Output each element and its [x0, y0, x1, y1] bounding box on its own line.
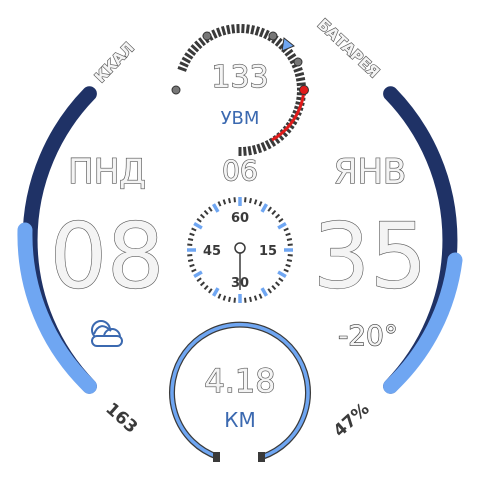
dial-tick: [250, 25, 255, 35]
seconds-dial-tick: [233, 197, 236, 203]
dial-tick: [245, 24, 250, 34]
dial-tick: [226, 24, 231, 35]
dial-tick: [258, 27, 265, 38]
dial-tick: [251, 145, 258, 155]
distance-end-cap: [258, 452, 265, 462]
dial-tick: [284, 48, 294, 57]
dial-tick: [293, 66, 303, 73]
distance-unit: КМ: [224, 408, 255, 432]
dial-dot: [268, 31, 278, 41]
dial-tick: [263, 29, 270, 40]
battery-value: 47%: [330, 399, 374, 441]
dial-label-15: 15: [259, 244, 277, 259]
dial-tick: [184, 52, 194, 60]
seconds-hand-hub: [234, 242, 246, 254]
watch-face: ККАЛ 163 БАТАРЕЯ 47% 133 УВМ ПНД 06 ЯНВ …: [17, 15, 463, 462]
seconds-dial-tick: [187, 238, 194, 241]
dial-tick: [260, 141, 267, 152]
seconds-dial-tick: [233, 297, 236, 303]
weekday: ПНД: [68, 152, 146, 192]
dial-tick: [296, 82, 306, 87]
dial-tick: [181, 56, 191, 64]
distance-value: 4.18: [204, 362, 275, 400]
seconds-dial-tick: [187, 243, 193, 246]
seconds-dial-tick: [287, 254, 293, 257]
dial-dot: [293, 57, 303, 67]
dial-tick: [274, 37, 283, 47]
battery-label: БАТАРЕЯ: [314, 15, 383, 81]
cloud-icon: [91, 320, 123, 347]
dial-tick: [254, 26, 261, 36]
dial-label-45: 45: [203, 244, 221, 259]
seconds-dial: 60 15 30 45: [185, 195, 295, 305]
dial-tick: [187, 48, 197, 56]
dial-tick: [264, 139, 272, 150]
heart-rate-marker: [299, 85, 309, 95]
dial-tick: [294, 71, 305, 78]
heart-rate-value: 133: [211, 60, 268, 95]
seconds-dial-tick: [287, 243, 293, 246]
temperature: -20°: [338, 319, 398, 352]
distance-widget[interactable]: 4.18 КМ: [169, 321, 311, 462]
dial-dot: [202, 31, 212, 41]
seconds-dial-tick: [286, 238, 293, 241]
calories-value: 163: [101, 399, 141, 438]
heart-rate-unit: УВМ: [221, 108, 260, 129]
day-of-month: 06: [222, 154, 258, 187]
seconds-dial-tick: [187, 254, 193, 257]
dial-tick: [256, 143, 263, 154]
seconds-dial-tick: [244, 297, 247, 303]
month: ЯНВ: [334, 152, 407, 192]
dial-tick: [190, 44, 200, 53]
seconds-dial-tick: [286, 259, 293, 262]
seconds-dial-tick: [187, 259, 194, 262]
distance-track: [218, 454, 262, 458]
dial-label-60: 60: [231, 211, 249, 226]
seconds-dial-tick: [228, 197, 231, 204]
time-hours: 08: [50, 204, 165, 309]
dial-tick: [231, 24, 236, 34]
dial-tick: [216, 27, 222, 37]
heart-rate-widget[interactable]: 133 УВМ: [171, 23, 309, 156]
seconds-dial-tick: [244, 197, 247, 203]
dial-tick: [177, 66, 187, 72]
dial-tick: [211, 29, 218, 39]
dial-dot: [171, 85, 181, 95]
dial-tick: [295, 77, 306, 82]
seconds-dial-tick: [228, 296, 231, 303]
dial-tick: [220, 25, 227, 36]
calories-label: ККАЛ: [91, 39, 138, 86]
dial-tick: [194, 40, 203, 50]
seconds-dial-tick: [249, 197, 252, 204]
time-minutes: 35: [313, 204, 428, 309]
dial-tick: [287, 53, 297, 61]
seconds-dial-tick: [249, 296, 252, 303]
dial-tick: [179, 61, 189, 68]
distance-end-cap: [213, 452, 220, 462]
